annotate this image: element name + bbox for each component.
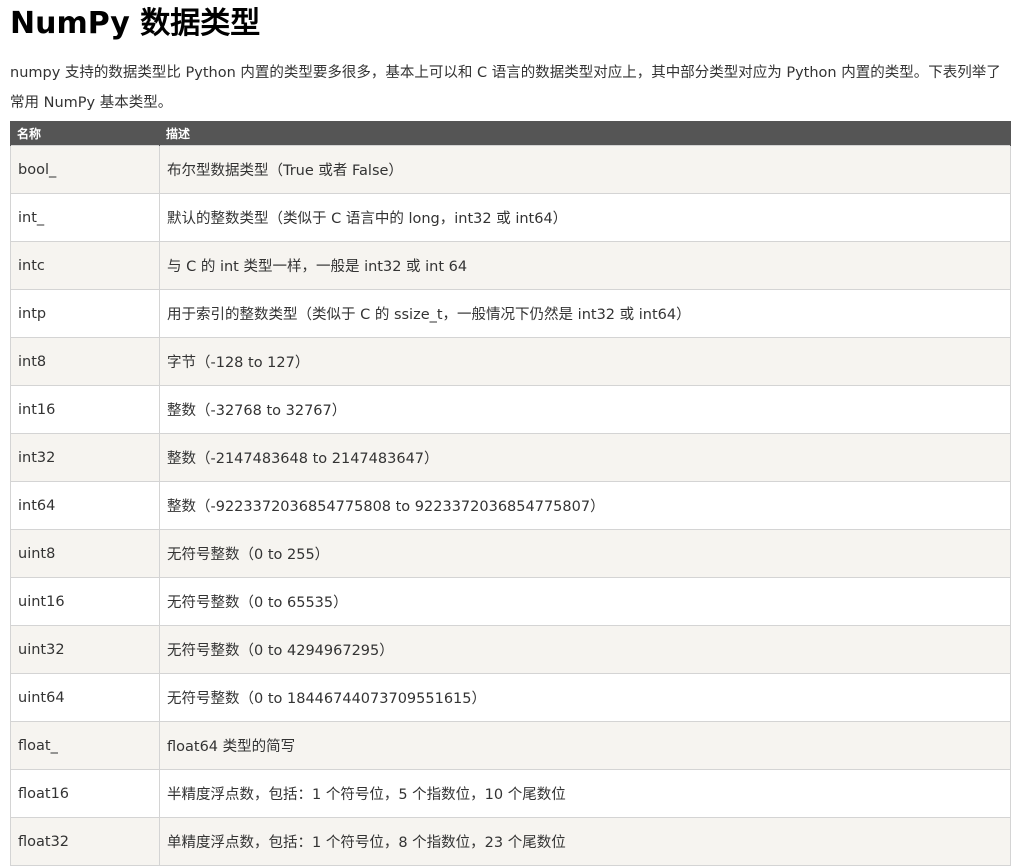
type-name-cell: uint64 [10, 673, 160, 722]
type-name-cell: uint32 [10, 625, 160, 674]
table-row: uint8 无符号整数（0 to 255） [10, 529, 1011, 578]
table-row: int8 字节（-128 to 127） [10, 337, 1011, 386]
type-description-cell: 整数（-9223372036854775808 to 9223372036854… [159, 481, 1011, 530]
type-name-cell: int16 [10, 385, 160, 434]
type-description-cell: 整数（-32768 to 32767） [159, 385, 1011, 434]
table-row: int32 整数（-2147483648 to 2147483647） [10, 433, 1011, 482]
table-row: intc 与 C 的 int 类型一样，一般是 int32 或 int 64 [10, 241, 1011, 290]
type-description-cell: 半精度浮点数，包括：1 个符号位，5 个指数位，10 个尾数位 [159, 769, 1011, 818]
type-name-cell: intp [10, 289, 160, 338]
table-row: uint16 无符号整数（0 to 65535） [10, 577, 1011, 626]
type-name-cell: float32 [10, 817, 160, 866]
table-row: bool_ 布尔型数据类型（True 或者 False） [10, 145, 1011, 194]
type-description-cell: 与 C 的 int 类型一样，一般是 int32 或 int 64 [159, 241, 1011, 290]
article: NumPy 数据类型 numpy 支持的数据类型比 Python 内置的类型要多… [10, 0, 1011, 866]
type-description-cell: 无符号整数（0 to 18446744073709551615） [159, 673, 1011, 722]
type-description-cell: 用于索引的整数类型（类似于 C 的 ssize_t，一般情况下仍然是 int32… [159, 289, 1011, 338]
type-name-cell: int64 [10, 481, 160, 530]
table-row: int_ 默认的整数类型（类似于 C 语言中的 long，int32 或 int… [10, 193, 1011, 242]
page-title: NumPy 数据类型 [10, 6, 261, 41]
type-description-cell: 默认的整数类型（类似于 C 语言中的 long，int32 或 int64） [159, 193, 1011, 242]
header-name: 名称 [10, 121, 160, 146]
type-name-cell: bool_ [10, 145, 160, 194]
table-row: intp 用于索引的整数类型（类似于 C 的 ssize_t，一般情况下仍然是 … [10, 289, 1011, 338]
table-row: float_ float64 类型的简写 [10, 721, 1011, 770]
type-name-cell: uint8 [10, 529, 160, 578]
type-description-cell: 无符号整数（0 to 255） [159, 529, 1011, 578]
intro-paragraph: numpy 支持的数据类型比 Python 内置的类型要多很多，基本上可以和 C… [10, 65, 1001, 111]
table-row: int16 整数（-32768 to 32767） [10, 385, 1011, 434]
table-row: float16 半精度浮点数，包括：1 个符号位，5 个指数位，10 个尾数位 [10, 769, 1011, 818]
type-description-cell: 单精度浮点数，包括：1 个符号位，8 个指数位，23 个尾数位 [159, 817, 1011, 866]
type-description-cell: 无符号整数（0 to 4294967295） [159, 625, 1011, 674]
type-name-cell: int_ [10, 193, 160, 242]
table-body: bool_ 布尔型数据类型（True 或者 False） int_ 默认的整数类… [10, 145, 1011, 866]
type-name-cell: int32 [10, 433, 160, 482]
type-description-cell: float64 类型的简写 [159, 721, 1011, 770]
type-name-cell: uint16 [10, 577, 160, 626]
type-description-cell: 字节（-128 to 127） [159, 337, 1011, 386]
table-row: int64 整数（-9223372036854775808 to 9223372… [10, 481, 1011, 530]
type-name-cell: float_ [10, 721, 160, 770]
type-description-cell: 整数（-2147483648 to 2147483647） [159, 433, 1011, 482]
type-name-cell: intc [10, 241, 160, 290]
table-row: uint64 无符号整数（0 to 18446744073709551615） [10, 673, 1011, 722]
table-header: 名称 描述 [10, 121, 1011, 146]
table-row: uint32 无符号整数（0 to 4294967295） [10, 625, 1011, 674]
header-description: 描述 [159, 121, 1011, 146]
type-name-cell: float16 [10, 769, 160, 818]
data-types-table: 名称 描述 bool_ 布尔型数据类型（True 或者 False） int_ … [10, 121, 1011, 866]
type-name-cell: int8 [10, 337, 160, 386]
type-description-cell: 布尔型数据类型（True 或者 False） [159, 145, 1011, 194]
type-description-cell: 无符号整数（0 to 65535） [159, 577, 1011, 626]
table-row: float32 单精度浮点数，包括：1 个符号位，8 个指数位，23 个尾数位 [10, 817, 1011, 866]
